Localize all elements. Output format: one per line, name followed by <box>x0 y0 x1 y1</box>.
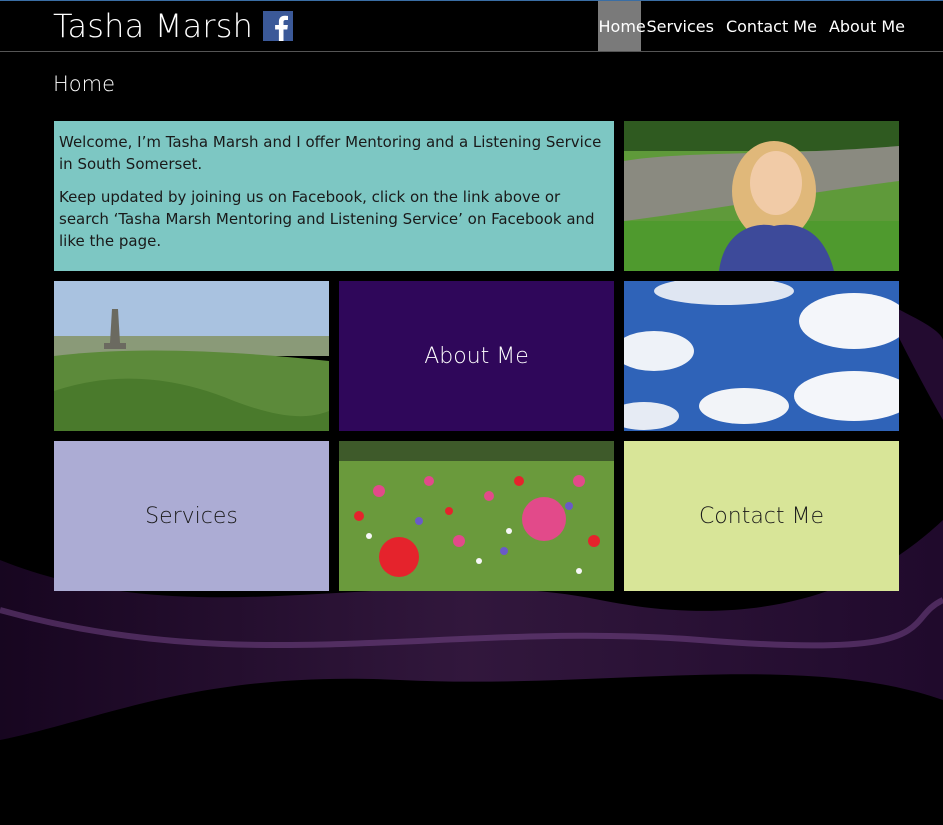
brand: Tasha Marsh <box>53 6 294 46</box>
welcome-panel: Welcome, I’m Tasha Marsh and I offer Men… <box>54 121 614 271</box>
monument-photo <box>54 281 329 431</box>
nav-contact-me[interactable]: Contact Me <box>720 1 823 51</box>
facebook-icon[interactable] <box>263 11 294 41</box>
services-tile[interactable]: Services <box>54 441 329 591</box>
site-header: Tasha Marsh Home Services Contact Me Abo… <box>0 0 943 52</box>
services-label: Services <box>145 503 238 529</box>
sky-photo <box>624 281 899 431</box>
about-me-label: About Me <box>424 343 529 369</box>
nav-about-me[interactable]: About Me <box>823 1 911 51</box>
contact-me-label: Contact Me <box>698 503 825 529</box>
main-nav: Home Services Contact Me About Me <box>597 1 912 51</box>
page-title: Home <box>53 72 116 96</box>
nav-services[interactable]: Services <box>641 1 720 51</box>
site-title[interactable]: Tasha Marsh <box>53 7 253 45</box>
wildflowers-photo <box>339 441 614 591</box>
welcome-paragraph: Welcome, I’m Tasha Marsh and I offer Men… <box>59 133 602 173</box>
portrait-photo <box>624 121 899 271</box>
contact-me-tile[interactable]: Contact Me <box>624 441 899 591</box>
nav-home[interactable]: Home <box>597 1 646 51</box>
about-me-tile[interactable]: About Me <box>339 281 614 431</box>
facebook-paragraph: Keep updated by joining us on Facebook, … <box>59 188 595 250</box>
